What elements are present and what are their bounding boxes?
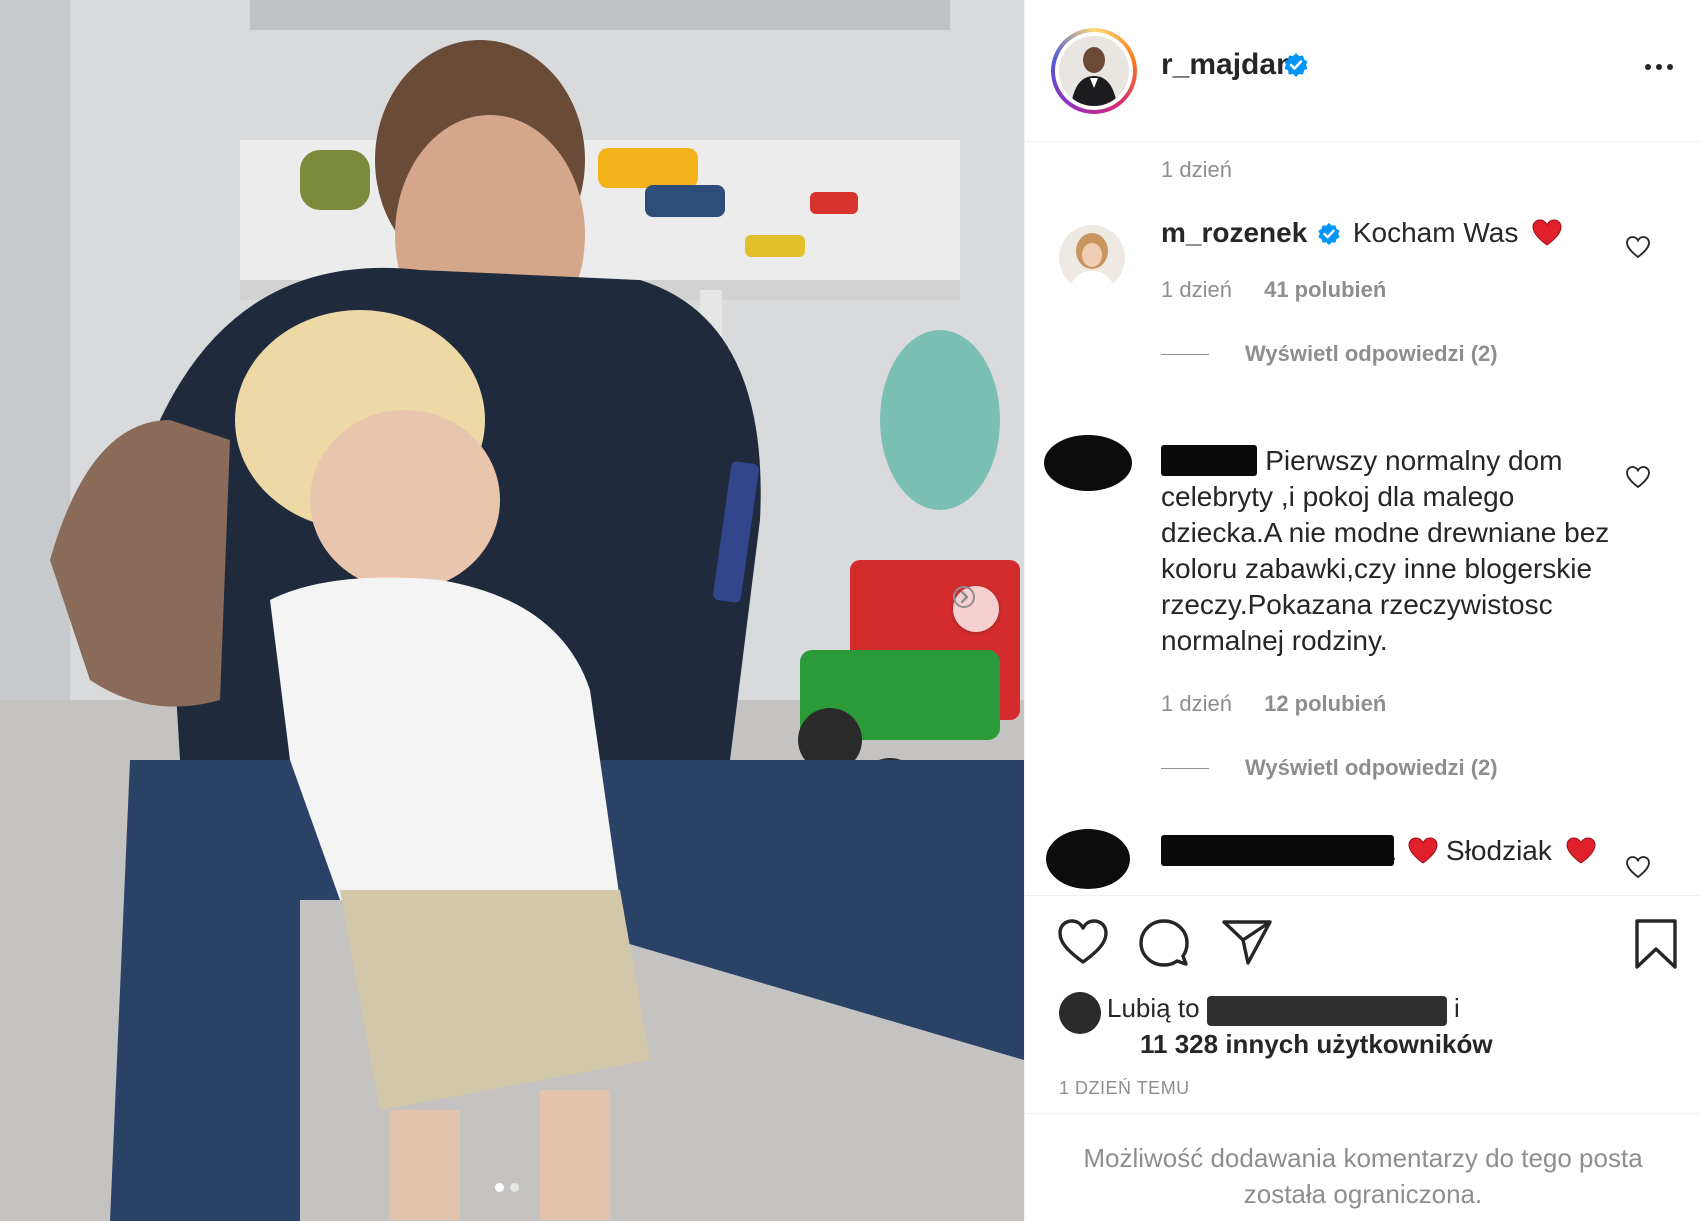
comment-avatar-redacted[interactable] (1045, 828, 1131, 890)
view-replies-button[interactable]: Wyświetl odpowiedzi (2) (1161, 341, 1498, 367)
comment-username[interactable]: annaszczepyszka (1161, 835, 1395, 866)
comment-time: 1 dzień (1161, 691, 1232, 716)
comment-username[interactable]: m_rozenek (1161, 217, 1307, 248)
red-heart-emoji-icon (1408, 837, 1438, 864)
post-header: r_majdan (1025, 0, 1700, 142)
paper-plane-icon[interactable] (1221, 918, 1273, 966)
replies-divider (1161, 353, 1209, 355)
replies-divider (1161, 767, 1209, 769)
verified-badge-icon (1284, 53, 1308, 77)
post-sidebar: r_majdan 1 dzień m_rozenek Kocham Was 1 … (1024, 0, 1700, 1221)
comment-body: Słodziak (1446, 835, 1552, 866)
heart-outline-icon[interactable] (1057, 918, 1109, 966)
comment-avatar-m-rozenek[interactable] (1059, 225, 1125, 291)
post-actions: Lubią to hotfashion_official i 11 328 in… (1025, 895, 1700, 1113)
likes-summary: Lubią to hotfashion_official i 11 328 in… (1059, 990, 1493, 1062)
view-replies-label: Wyświetl odpowiedzi (2) (1245, 341, 1498, 366)
comments-list[interactable]: 1 dzień m_rozenek Kocham Was 1 dzień 41 … (1025, 143, 1700, 895)
comment-likes[interactable]: 12 polubień (1264, 691, 1386, 716)
comment-avatar-redacted[interactable] (1043, 433, 1133, 493)
verified-badge-icon (1318, 222, 1340, 246)
redacted-avatar-image (1046, 829, 1130, 889)
post-photo[interactable] (0, 0, 1024, 1221)
comment-text: m_rozenek Kocham Was (1161, 215, 1631, 251)
likes-others-link[interactable]: 11 328 innych użytkowników (1140, 1029, 1493, 1059)
carousel-dots (495, 1183, 519, 1192)
author-avatar[interactable] (1051, 28, 1137, 114)
avatar-image (1059, 225, 1125, 291)
comment-like-heart-icon[interactable] (1625, 235, 1651, 259)
likes-conj: i (1454, 993, 1460, 1023)
more-options-icon[interactable] (1645, 64, 1673, 70)
carousel-dot-2 (510, 1183, 519, 1192)
comment-meta: 1 dzień 41 polubień (1161, 277, 1386, 303)
comment-time: 1 dzień (1161, 277, 1232, 302)
comment-likes[interactable]: 41 polubień (1264, 277, 1386, 302)
comments-limited-text: Możliwość dodawania komentarzy do tego p… (1083, 1143, 1643, 1209)
comment-like-heart-icon[interactable] (1625, 855, 1651, 879)
comment-meta: 1 dzień 12 polubień (1161, 691, 1386, 717)
comment-username[interactable]: dzagus (1161, 445, 1258, 476)
carousel-dot-1 (495, 1183, 504, 1192)
carousel-next-button[interactable] (953, 586, 999, 632)
comment-body: Pierwszy normalny dom celebryty ,i pokoj… (1161, 445, 1610, 656)
comment-bubble-icon[interactable] (1139, 918, 1189, 968)
comment-text: annaszczepyszka Słodziak (1161, 833, 1641, 869)
chevron-right-icon (953, 586, 975, 608)
author-avatar-image (1059, 36, 1129, 106)
post-date[interactable]: 1 DZIEŃ TEMU (1059, 1078, 1190, 1099)
red-heart-emoji-icon (1532, 219, 1562, 246)
comment-body: Kocham Was (1352, 217, 1519, 248)
comment-text: dzagus Pierwszy normalny dom celebryty ,… (1161, 443, 1631, 659)
comment-like-heart-icon[interactable] (1625, 465, 1651, 489)
view-replies-button[interactable]: Wyświetl odpowiedzi (2) (1161, 755, 1498, 781)
comments-limited-notice: Możliwość dodawania komentarzy do tego p… (1025, 1113, 1700, 1221)
view-replies-label: Wyświetl odpowiedzi (2) (1245, 755, 1498, 780)
author-username[interactable]: r_majdan (1161, 48, 1294, 82)
post-caption-time: 1 dzień (1161, 157, 1232, 182)
liker-username[interactable]: hotfashion_official (1206, 996, 1447, 1026)
bookmark-icon[interactable] (1633, 918, 1679, 970)
red-heart-emoji-icon (1566, 837, 1596, 864)
photo-illustration (0, 0, 1024, 1221)
likes-prefix: Lubią to (1107, 993, 1200, 1023)
redacted-avatar-image (1044, 435, 1132, 491)
